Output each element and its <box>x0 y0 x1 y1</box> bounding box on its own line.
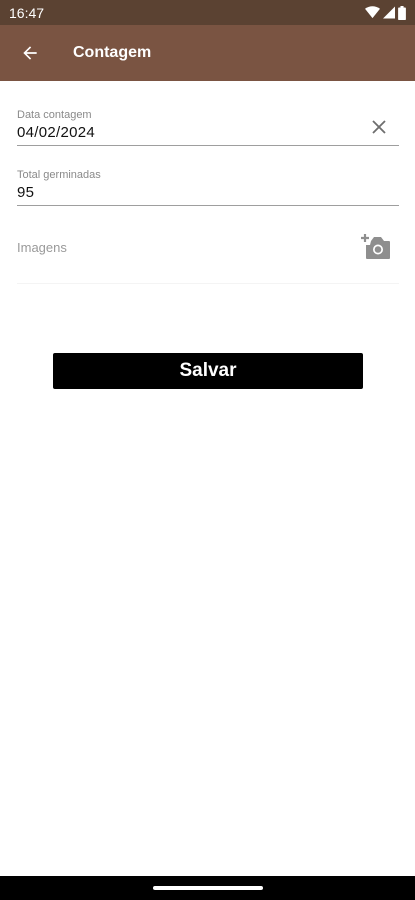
back-button[interactable] <box>15 38 45 68</box>
battery-icon <box>398 5 406 20</box>
app-bar: Contagem <box>0 25 415 81</box>
total-field[interactable]: Total germinadas 95 <box>17 165 399 206</box>
add-photo-button[interactable] <box>361 233 391 261</box>
date-field-label: Data contagem <box>17 109 92 121</box>
date-field[interactable]: Data contagem 04/02/2024 <box>17 105 399 146</box>
total-field-label: Total germinadas <box>17 169 101 181</box>
total-field-value[interactable]: 95 <box>17 184 399 202</box>
clear-date-button[interactable] <box>371 119 387 135</box>
signal-icon <box>383 6 395 19</box>
status-time: 16:47 <box>9 4 45 21</box>
status-bar: 16:47 <box>0 0 415 25</box>
date-field-value[interactable]: 04/02/2024 <box>17 124 399 142</box>
status-icons <box>365 5 406 20</box>
images-label: Imagens <box>17 240 67 255</box>
wifi-icon <box>365 6 380 19</box>
save-button[interactable]: Salvar <box>53 353 363 389</box>
close-icon <box>372 120 386 134</box>
arrow-left-icon <box>23 46 37 60</box>
navigation-bar <box>0 876 415 900</box>
add-photo-icon <box>361 234 390 259</box>
home-handle[interactable] <box>153 886 263 890</box>
page-title: Contagem <box>73 44 152 61</box>
images-section: Imagens <box>17 229 399 284</box>
count-form: Data contagem 04/02/2024 Total germinada… <box>17 105 399 284</box>
